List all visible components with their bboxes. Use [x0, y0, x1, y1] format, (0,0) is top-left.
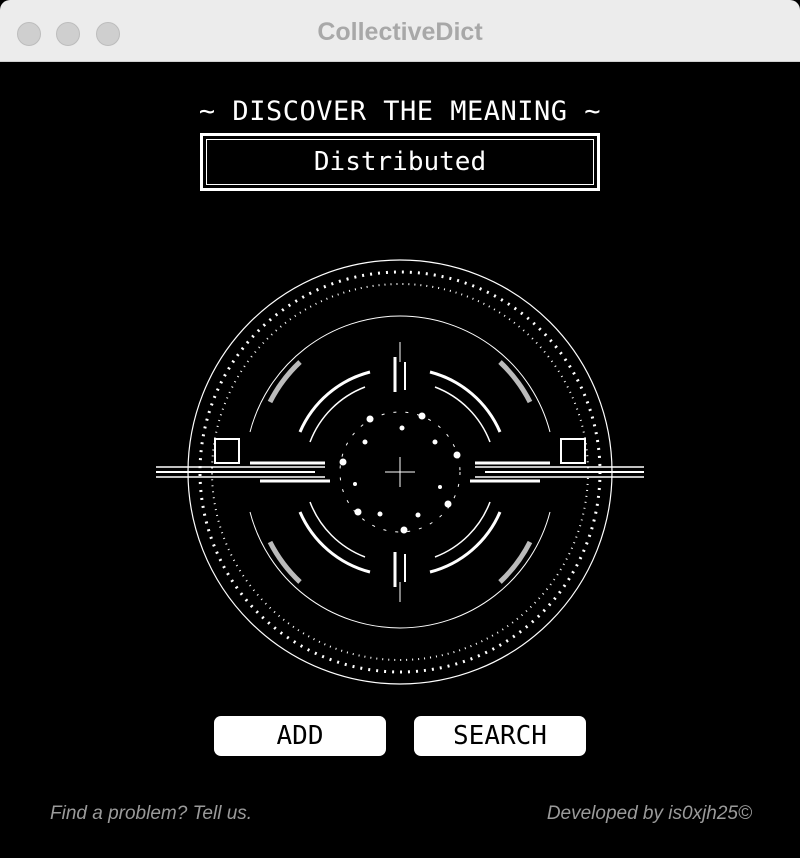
- search-button[interactable]: SEARCH: [414, 716, 586, 756]
- page-heading: ~ DISCOVER THE MEANING ~: [198, 96, 602, 127]
- app-window: CollectiveDict ~ DISCOVER THE MEANING ~: [0, 0, 800, 858]
- inner-arc-br-2: [434, 501, 491, 558]
- inner-arc-bl: [298, 511, 371, 574]
- inner-arc-tr: [429, 370, 502, 433]
- word-field[interactable]: [200, 133, 600, 191]
- mid-arc-accent-tl: [267, 360, 302, 404]
- word-input[interactable]: [203, 136, 597, 188]
- right-square: [560, 438, 586, 464]
- mid-arc-bottom: [249, 511, 551, 629]
- mid-arc-top: [249, 315, 551, 433]
- inner-arc-tl: [298, 370, 371, 433]
- title-bar: CollectiveDict: [0, 0, 800, 62]
- feedback-link[interactable]: Find a problem? Tell us.: [50, 803, 252, 825]
- target-reticle-graphic: [156, 259, 644, 685]
- developer-credit: Developed by is0xjh25©: [546, 803, 752, 824]
- inner-arc-tl-2: [309, 386, 366, 443]
- window-title: CollectiveDict: [317, 18, 483, 46]
- left-square: [214, 438, 240, 464]
- mid-arc-accent-bl: [267, 540, 302, 584]
- mid-arc-accent-tr: [498, 360, 533, 404]
- inner-arc-br: [429, 511, 502, 574]
- add-button[interactable]: ADD: [214, 716, 386, 756]
- inner-arc-tr-2: [434, 386, 491, 443]
- mid-arc-accent-br: [498, 540, 533, 584]
